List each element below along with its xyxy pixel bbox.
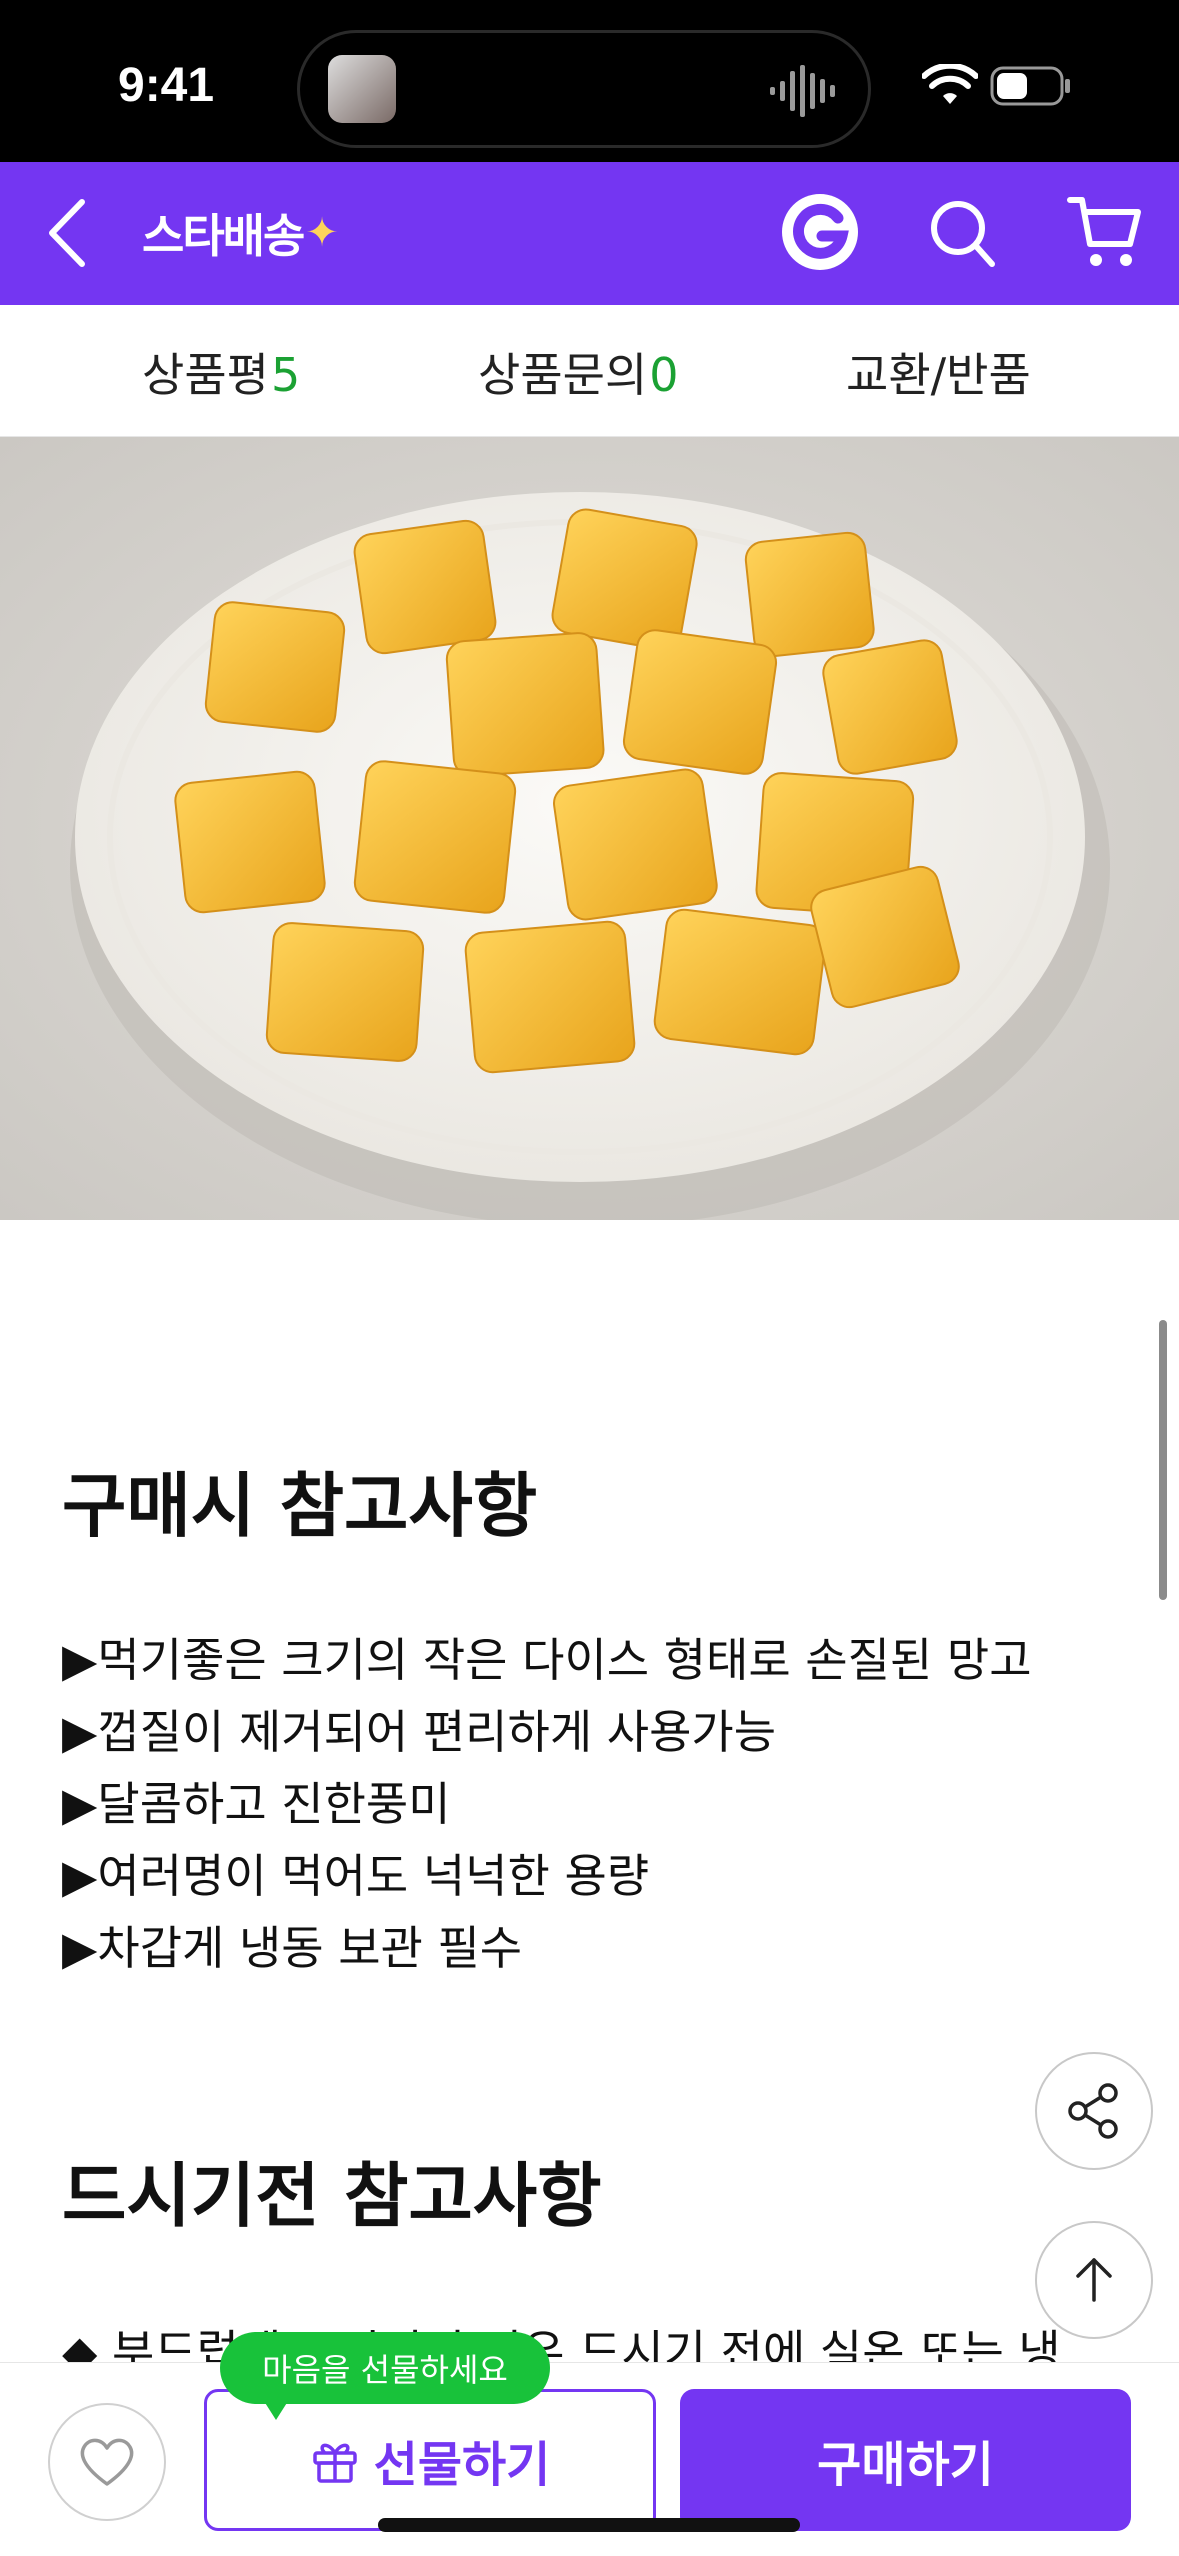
dynamic-island [297,30,871,148]
gift-tooltip[interactable]: 마음을 선물하세요 [220,2332,550,2404]
tab-reviews-count: 5 [270,348,301,402]
tab-inquiry-label: 상품문의 [478,348,648,402]
list-item: ▶먹기좋은 크기의 작은 다이스 형태로 손질된 망고 [62,1633,1032,1687]
detail-tabs: 상품평5 상품문의0 교환/반품 [0,305,1179,437]
list-item: ▶껍질이 제거되어 편리하게 사용가능 [62,1705,777,1759]
list-item: ▶여러명이 먹어도 넉넉한 용량 [62,1849,650,1903]
g-icon[interactable] [780,192,860,272]
buy-button[interactable]: 구매하기 [680,2389,1131,2531]
list-item: ▶달콤하고 진한풍미 [62,1777,451,1831]
list-item: ▶차갑게 냉동 보관 필수 [62,1921,523,1975]
before-eating-title: 드시기전 참고사항 [62,2155,602,2237]
tab-inquiry[interactable]: 상품문의0 [478,339,679,405]
scrollbar[interactable] [1159,1320,1167,1600]
status-time: 9:41 [118,59,215,112]
gift-button-label: 선물하기 [373,2437,551,2493]
purchase-notes-list: ▶먹기좋은 크기의 작은 다이스 형태로 손질된 망고 ▶껍질이 제거되어 편리… [62,1630,1032,1990]
purchase-notes-title: 구매시 참고사항 [62,1465,538,1547]
wifi-icon [922,64,978,104]
audio-wave-icon [770,65,835,117]
scroll-to-top-button[interactable] [1035,2221,1153,2339]
product-image [0,437,1179,1220]
logo-text: 스타배송 [142,209,305,263]
brand-logo[interactable]: 스타배송 ✦ [142,198,339,268]
battery-icon [990,66,1070,106]
mango-bowl-illustration [0,437,1179,1220]
back-icon[interactable] [42,196,94,270]
tab-reviews[interactable]: 상품평5 [142,339,300,405]
wishlist-button[interactable] [48,2403,166,2521]
tab-exchange-return[interactable]: 교환/반품 [846,339,1031,405]
logo-spark: ✦ [305,210,338,256]
heart-icon [80,2438,134,2486]
share-icon [1068,2083,1118,2139]
tab-inquiry-count: 0 [649,348,679,402]
buy-button-label: 구매하기 [817,2437,994,2493]
gift-tooltip-tail [262,2398,290,2420]
gift-icon [312,2443,357,2483]
tab-exchange-label: 교환/반품 [846,348,1031,402]
cart-icon[interactable] [1066,192,1142,272]
share-button[interactable] [1035,2052,1153,2170]
app-header: 스타배송 ✦ [0,162,1179,305]
now-playing-thumbnail [328,55,396,123]
arrow-up-icon [1076,2258,1112,2302]
status-bar: 9:41 [0,0,1179,162]
home-indicator [378,2518,800,2532]
tab-reviews-label: 상품평 [142,348,269,402]
search-icon[interactable] [926,194,998,272]
